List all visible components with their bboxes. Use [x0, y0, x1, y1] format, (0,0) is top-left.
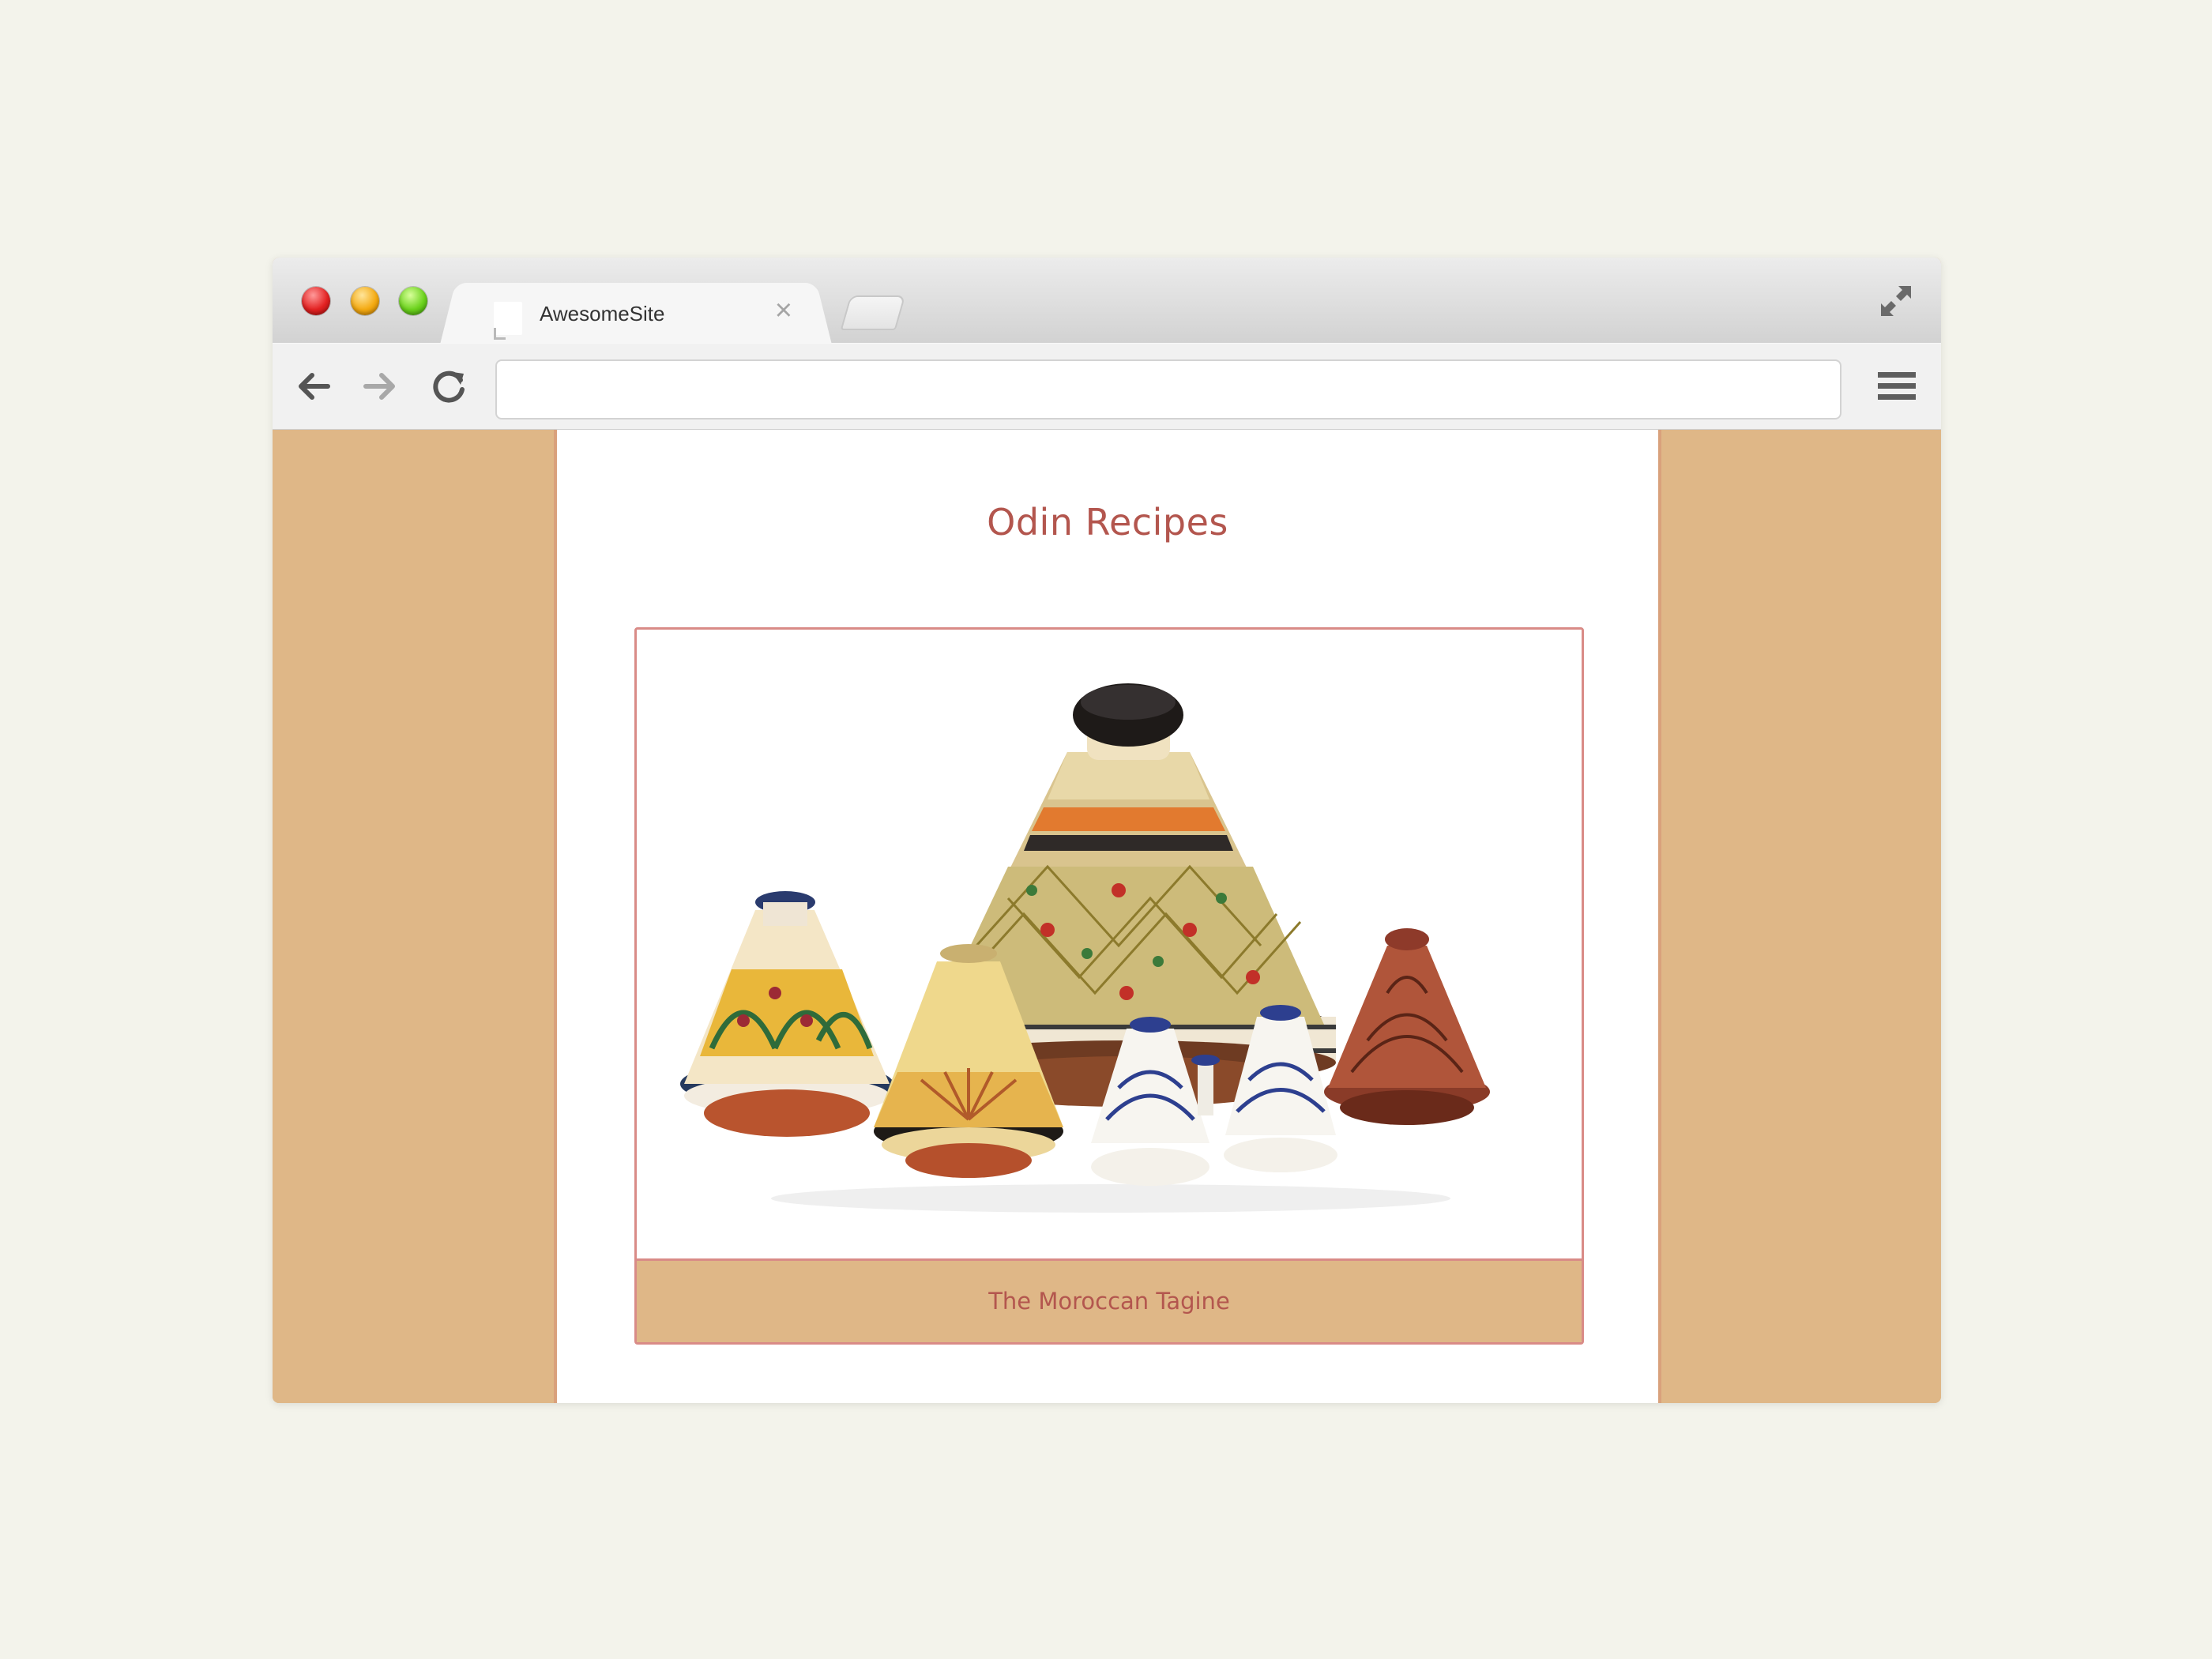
page-content: Odin Recipes The Moroccan Tagine — [554, 430, 1661, 1403]
page-favicon-icon — [494, 302, 522, 335]
tagine-pots-illustration — [680, 683, 1490, 1213]
tab-bar: AwesomeSite × — [273, 258, 1941, 343]
tab-awesomesite[interactable]: AwesomeSite × — [462, 283, 810, 343]
recipe-card-caption[interactable]: The Moroccan Tagine — [637, 1258, 1582, 1342]
close-window-button[interactable] — [302, 287, 330, 315]
back-arrow-icon[interactable] — [293, 366, 334, 407]
reload-icon[interactable] — [429, 366, 470, 407]
page-viewport: Odin Recipes The Moroccan Tagine — [273, 430, 1941, 1403]
recipe-image[interactable] — [637, 630, 1582, 1258]
minimize-window-button[interactable] — [351, 287, 379, 315]
forward-arrow-icon[interactable] — [359, 366, 401, 407]
new-tab-button[interactable] — [840, 295, 906, 330]
address-bar[interactable] — [495, 359, 1841, 419]
zoom-window-button[interactable] — [399, 287, 427, 315]
hamburger-menu-icon[interactable] — [1876, 367, 1917, 405]
recipe-card[interactable]: The Moroccan Tagine — [634, 627, 1584, 1345]
tab-close-icon[interactable]: × — [775, 294, 792, 327]
navigation-toolbar — [273, 343, 1941, 431]
browser-window: AwesomeSite × Odin Recipes The Moroccan … — [273, 258, 1941, 1403]
tab-title: AwesomeSite — [540, 302, 665, 325]
page-title: Odin Recipes — [987, 501, 1228, 544]
fullscreen-icon[interactable] — [1876, 281, 1916, 321]
